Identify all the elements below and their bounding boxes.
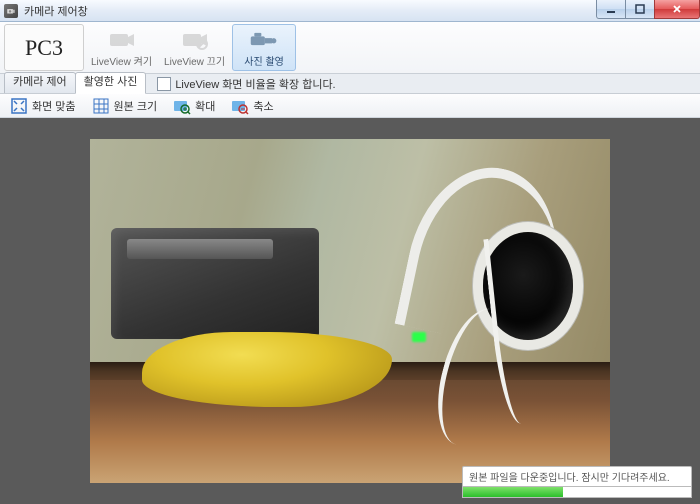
ribbon-label: 사진 촬영 — [244, 53, 284, 68]
pc-indicator: PC3 — [4, 24, 84, 71]
zoom-in-button[interactable]: 확대 — [169, 96, 219, 116]
liveview-on-button[interactable]: LiveView 켜기 — [86, 24, 157, 71]
fit-icon — [10, 97, 28, 115]
tab-label: 카메라 제어 — [13, 76, 67, 88]
tab-label: 촬영한 사진 — [84, 76, 138, 88]
image-viewport: 원본 파일을 다운중입니다. 잠시만 기다려주세요. — [0, 118, 700, 504]
title-bar: 카메라 제어창 — [0, 0, 700, 22]
captured-photo[interactable] — [90, 139, 610, 483]
app-icon — [4, 4, 18, 18]
progress-bar — [463, 487, 563, 497]
zoom-out-button[interactable]: 축소 — [227, 96, 277, 116]
grid-icon — [92, 97, 110, 115]
tool-label: 확대 — [195, 98, 215, 114]
tab-captured-photo[interactable]: 촬영한 사진 — [75, 72, 147, 94]
minimize-button[interactable] — [596, 0, 626, 19]
shoot-photo-button[interactable]: 사진 촬영 — [232, 24, 296, 71]
expand-ratio-option: LiveView 화면 비율을 확장 합니다. — [157, 74, 335, 93]
expand-ratio-checkbox[interactable] — [157, 77, 171, 91]
camera-off-icon — [180, 27, 210, 51]
original-size-button[interactable]: 원본 크기 — [88, 96, 162, 116]
tool-label: 화면 맞춤 — [32, 98, 76, 114]
progress-track — [462, 487, 692, 498]
ribbon-label: LiveView 끄기 — [164, 53, 225, 68]
ribbon-label: LiveView 켜기 — [91, 53, 152, 68]
maximize-button[interactable] — [625, 0, 655, 19]
window-title: 카메라 제어창 — [24, 3, 88, 19]
pc-label: PC3 — [25, 35, 63, 61]
window-buttons — [597, 0, 700, 18]
camcorder-icon — [249, 27, 279, 51]
status-message: 원본 파일을 다운중입니다. 잠시만 기다려주세요. — [462, 466, 692, 487]
view-toolbar: 화면 맞춤 원본 크기 확대 축소 — [0, 94, 700, 118]
tabs-row: 카메라 제어 촬영한 사진 LiveView 화면 비율을 확장 합니다. — [0, 74, 700, 94]
tab-camera-control[interactable]: 카메라 제어 — [4, 72, 76, 93]
download-status: 원본 파일을 다운중입니다. 잠시만 기다려주세요. — [462, 466, 692, 498]
fit-screen-button[interactable]: 화면 맞춤 — [6, 96, 80, 116]
zoom-out-icon — [231, 97, 249, 115]
ribbon-toolbar: PC3 LiveView 켜기 LiveView 끄기 사진 촬영 — [0, 22, 700, 74]
tool-label: 원본 크기 — [114, 98, 158, 114]
liveview-off-button[interactable]: LiveView 끄기 — [159, 24, 230, 71]
close-button[interactable] — [654, 0, 700, 19]
checkbox-label: LiveView 화면 비율을 확장 합니다. — [175, 76, 335, 92]
zoom-in-icon — [173, 97, 191, 115]
camera-on-icon — [107, 27, 137, 51]
tool-label: 축소 — [253, 98, 273, 114]
